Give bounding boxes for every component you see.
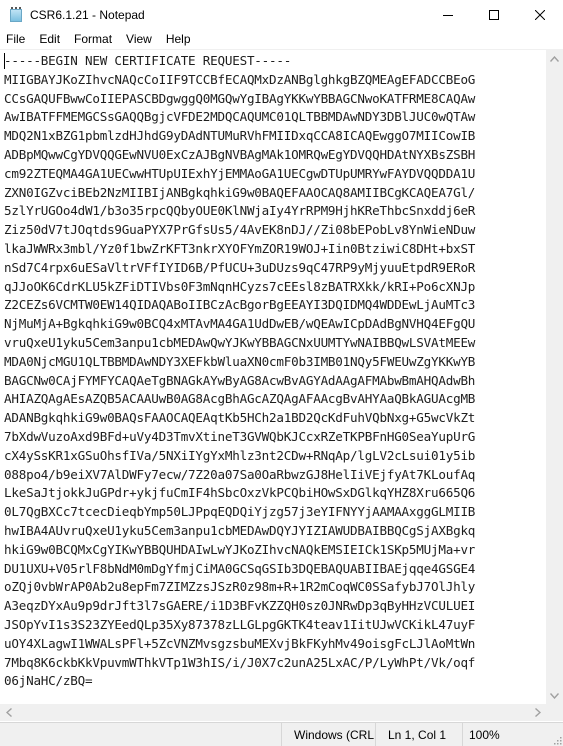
menu-format[interactable]: Format	[67, 30, 119, 49]
text-line: A3eqzDYxAu9p9drJft3l7sGAERE/i1D3BFvKZZQH…	[4, 598, 476, 614]
scroll-down-button[interactable]	[546, 687, 563, 704]
text-line: hwIBA4AUvruQxeU1yku5Cem3anpu1cbMEDAwDQYJ…	[4, 522, 476, 538]
text-line: vruQxeU1yku5Cem3anpu1cbMEDAwQwYJKwYBBAGC…	[4, 334, 476, 350]
text-line: 7bXdwVuzoAxd9BFd+uVy4D3TmvXtineT3GVWQbKJ…	[4, 428, 476, 444]
title-bar[interactable]: CSR6.1.21 - Notepad	[0, 0, 563, 30]
minimize-icon	[443, 15, 453, 16]
text-line: hkiG9w0BCQMxCgYIKwYBBQUHDAIwLwYJKoZIhvcN…	[4, 541, 476, 557]
text-line: AHIAZQAgAEsAZQB5ACAAUwB0AG8AcgBhAGcAZQAg…	[4, 391, 476, 407]
status-line-ending: Windows (CRLF)	[281, 723, 375, 746]
chevron-up-icon	[550, 55, 559, 62]
text-line: Ziz50dV7tJOqtds9GuaPYX7PrGfsUs5/4AvEK8nD…	[4, 222, 476, 238]
editor: -----BEGIN NEW CERTIFICATE REQUEST----- M…	[0, 49, 563, 721]
chevron-down-icon	[550, 692, 559, 699]
text-line: ZXN0IGZvciBEb2NzMIIBIjANBgkqhkiG9w0BAQEF…	[4, 184, 476, 200]
text-line: ADBpMQwwCgYDVQQGEwNVU0ExCzAJBgNVBAgMAk1O…	[4, 146, 476, 162]
text-line: MDQ2N1xBZG1pbmlzdHJhdG9yDAdNTUMuRVhFMIID…	[4, 128, 476, 144]
vertical-scrollbar[interactable]	[546, 50, 563, 704]
scroll-up-button[interactable]	[546, 50, 563, 67]
text-line: nSd7C4rpx6uESaVltrVFfIYID6B/PfUCU+3uDUzs…	[4, 259, 476, 275]
text-line: Z2CEZs6VCMTW0EW14QIDAQABoIIBCzAcBgorBgEE…	[4, 297, 476, 313]
menu-edit[interactable]: Edit	[32, 30, 67, 49]
text-editor[interactable]: -----BEGIN NEW CERTIFICATE REQUEST----- M…	[0, 50, 546, 690]
text-line: LkeSaJtjokkJuGPdr+ykjfuCmIF4hSbcOxzVkPCQ…	[4, 485, 476, 501]
resize-grip-icon[interactable]	[552, 735, 562, 745]
menu-file[interactable]: File	[0, 30, 32, 49]
maximize-button[interactable]	[471, 0, 517, 30]
text-line: DU1UXU+V05rlF8bNdM0mDgYfmjCiMA0GCSqGSIb3…	[4, 560, 476, 576]
text-line: MDA0NjcMGU1QLTBBMDAwNDY3XEFkbWluaXN0cmF0…	[4, 353, 476, 369]
text-line: cX4ySsKR1xGSuOhsfIVa/5NXiIYgYxMhlz3nt2CD…	[4, 447, 476, 463]
text-line: BAGCNw0CAjFYMFYCAQAeTgBNAGkAYwByAG8AcwBv…	[4, 372, 476, 388]
notepad-icon	[8, 7, 24, 23]
text-line: NjMuMjA+BgkqhkiG9w0BCQ4xMTAvMA4GA1UdDwEB…	[4, 316, 476, 332]
text-line: AwIBATFFMEMGCSsGAQQBgjcVFDE2MDQCAQUMC01Q…	[4, 109, 476, 125]
maximize-icon	[489, 10, 499, 20]
menu-bar: File Edit Format View Help	[0, 30, 563, 49]
text-line: CCsGAQUFBwwCoIIEPASCBDgwggQ0MGQwYgIBAgYK…	[4, 90, 476, 106]
text-line: oZQj0vbWrAP0Ab2u8epFm7ZIMZzsJSzR0z98m+R+…	[4, 579, 476, 595]
chevron-right-icon	[534, 708, 541, 717]
status-zoom: 100%	[462, 723, 546, 746]
text-line: JSOpYvI1s3S23ZYEedQLp35Xy87378zLLGLpgGKT…	[4, 616, 476, 632]
menu-help[interactable]: Help	[159, 30, 198, 49]
scrollbar-corner	[546, 704, 563, 721]
status-cursor-position: Ln 1, Col 1	[375, 723, 462, 746]
horizontal-scrollbar[interactable]	[0, 704, 546, 721]
text-line: ADANBgkqhkiG9w0BAQsFAAOCAQEAqtKb5HCh2a1B…	[4, 410, 476, 426]
text-line: 088po4/b9eiXV7AlDWFy7ecw/7Z20a07Sa0OaRbw…	[4, 466, 476, 482]
text-line: 5zlYrUGOo4dW1/b3o35rpcQQbyOUE0KlNWjaIy4Y…	[4, 203, 476, 219]
text-line: 0L7QgBXCc7tcecDieqbYmp50LJPpqEQDQiYjzg57…	[4, 504, 476, 520]
window-title: CSR6.1.21 - Notepad	[30, 8, 145, 22]
text-line: MIIGBAYJKoZIhvcNAQcCoIIF9TCCBfECAQMxDzAN…	[4, 71, 476, 87]
menu-view[interactable]: View	[119, 30, 159, 49]
text-line: uOY4XLagwI1WWALsPFl+5ZcVNZMvsgzsbuMEXvjB…	[4, 635, 476, 651]
chevron-left-icon	[5, 708, 12, 717]
text-line: cm92ZTEQMA4GA1UECwwHTUpUIExhYjEMMAoGA1UE…	[4, 165, 476, 181]
minimize-button[interactable]	[425, 0, 471, 30]
status-bar: Windows (CRLF) Ln 1, Col 1 100%	[0, 722, 563, 746]
scroll-right-button[interactable]	[529, 704, 546, 721]
text-caret	[4, 53, 5, 69]
text-line: -----BEGIN NEW CERTIFICATE REQUEST-----	[4, 53, 292, 68]
text-line: 7Mbq8K6ckbKkVpuvmWThkVTp1W3hIS/i/J0X7c2u…	[4, 654, 476, 670]
text-line: qJJoOK6CdrKLU5kZFiDTIVbs0F3mNqnHCyzs7cEE…	[4, 278, 476, 294]
close-button[interactable]	[517, 0, 563, 30]
scroll-left-button[interactable]	[0, 704, 17, 721]
document-text[interactable]: -----BEGIN NEW CERTIFICATE REQUEST----- M…	[0, 50, 546, 690]
close-icon	[535, 10, 545, 20]
status-spacer	[0, 723, 281, 746]
text-line: 06jNaHC/zBQ=	[4, 673, 93, 689]
text-line: lkaJWWRx3mbl/Yz0f1bwZrKFT3nkrXYOFYmZOR19…	[4, 240, 476, 256]
